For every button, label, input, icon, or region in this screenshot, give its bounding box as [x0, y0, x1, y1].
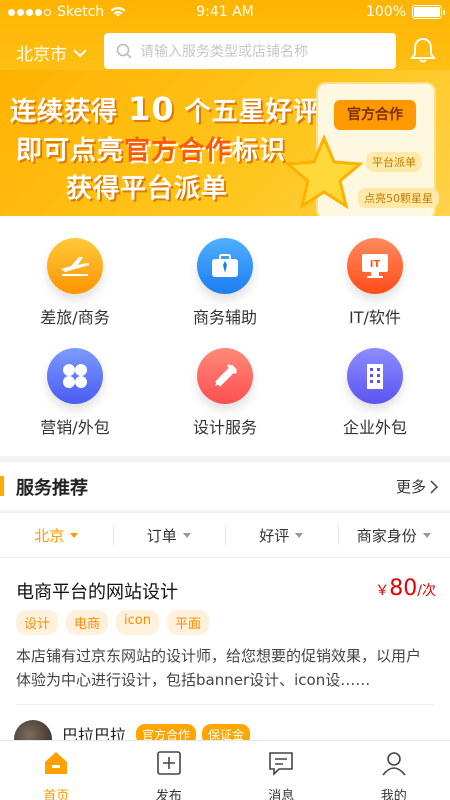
more-link[interactable]: 更多 — [396, 476, 438, 497]
caret-down-icon — [422, 532, 431, 538]
tab-label: 首页 — [43, 789, 70, 800]
filter-merchant-type[interactable]: 商家身份 — [337, 513, 450, 557]
more-label: 更多 — [395, 478, 426, 496]
tab-label: 消息 — [268, 789, 295, 800]
city-label: 北京市 — [16, 45, 67, 65]
filter-label: 北京 — [34, 526, 65, 545]
official-badge: 官方合作 — [334, 100, 416, 130]
divider — [16, 704, 434, 705]
listing-tag: 平面 — [166, 610, 209, 635]
tab-bar: 首页 发布 消息 我的 — [0, 740, 450, 800]
home-icon — [45, 752, 68, 774]
caret-down-icon — [295, 532, 304, 538]
caret-down-icon — [70, 532, 79, 538]
category-label: 营销/外包 — [40, 418, 110, 437]
recommend-section-header: 服务推荐 更多 — [0, 462, 450, 510]
listing-tag: icon — [116, 610, 159, 635]
tab-publish[interactable]: 发布 — [113, 741, 226, 800]
promo-banner[interactable]: 连续获得 10 个五星好评 即可点亮官方合作标识 获得平台派单 官方合作 平台派… — [0, 70, 450, 216]
tab-label: 发布 — [155, 789, 182, 800]
tab-label: 我的 — [380, 789, 407, 800]
filter-bar: 北京 订单 好评 商家身份 — [0, 512, 450, 558]
clover-icon — [47, 348, 103, 404]
chevron-down-icon — [73, 48, 87, 57]
profile-icon — [382, 752, 406, 776]
filter-label: 商家身份 — [356, 526, 417, 545]
status-bar: Sketch 9:41 AM 100% — [0, 0, 450, 26]
monitor-icon: IT — [347, 238, 403, 294]
chevron-right-icon — [430, 479, 438, 494]
stars-tag: 点亮50颗星星 — [358, 188, 439, 208]
tab-home[interactable]: 首页 — [0, 741, 113, 800]
filter-rating[interactable]: 好评 — [225, 513, 338, 557]
listing-price: ￥80/次 — [375, 576, 436, 601]
building-icon — [347, 348, 403, 404]
filter-orders[interactable]: 订单 — [112, 513, 226, 557]
category-enterprise[interactable]: 企业外包 — [300, 348, 450, 438]
listing-tag: 电商 — [66, 610, 109, 635]
pencil-ruler-icon — [197, 348, 253, 404]
filter-label: 好评 — [259, 526, 290, 545]
category-label: 设计服务 — [192, 418, 257, 437]
category-label: 企业外包 — [342, 418, 407, 437]
category-it[interactable]: IT IT/软件 — [300, 238, 450, 328]
city-selector[interactable]: 北京市 — [16, 40, 87, 65]
search-icon — [116, 43, 132, 59]
category-label: 差旅/商务 — [40, 308, 110, 327]
tab-profile[interactable]: 我的 — [338, 741, 450, 800]
listing-tag: 设计 — [16, 610, 59, 635]
battery-icon — [412, 5, 445, 19]
star-icon — [284, 134, 364, 210]
filter-city[interactable]: 北京 — [0, 513, 113, 557]
listing-title: 电商平台的网站设计 — [16, 582, 178, 603]
category-business[interactable]: 商务辅助 — [150, 238, 300, 328]
publish-icon — [156, 751, 181, 775]
category-label: 商务辅助 — [192, 308, 257, 327]
section-accent-bar — [0, 476, 4, 496]
airplane-icon — [47, 238, 103, 294]
category-design[interactable]: 设计服务 — [150, 348, 300, 438]
briefcase-icon — [197, 238, 253, 294]
bell-icon[interactable] — [410, 36, 436, 64]
banner-line-2: 即可点亮官方合作标识 — [16, 136, 287, 166]
category-travel[interactable]: 差旅/商务 — [0, 238, 150, 328]
message-icon — [269, 752, 294, 776]
section-title: 服务推荐 — [16, 478, 88, 499]
dispatch-tag: 平台派单 — [366, 152, 422, 172]
banner-line-1: 连续获得 10 个五星好评 — [10, 90, 320, 128]
caret-down-icon — [182, 532, 191, 538]
battery-percent: 100% — [365, 4, 406, 20]
banner-highlight: 官方合作 — [124, 136, 233, 166]
svg-text:IT: IT — [370, 259, 381, 270]
search-placeholder: 请输入服务类型或店铺名称 — [140, 44, 308, 60]
search-input[interactable]: 请输入服务类型或店铺名称 — [104, 33, 396, 69]
category-grid: 差旅/商务 商务辅助 IT IT/软件 营销/外包 设计服务 企业外包 — [0, 216, 450, 456]
listing-description: 本店铺有过京东网站的设计师，给您想要的促销效果，以用户体验为中心进行设计，包括b… — [16, 647, 422, 689]
banner-number: 10 — [128, 90, 175, 128]
category-marketing[interactable]: 营销/外包 — [0, 348, 150, 438]
banner-line-3: 获得平台派单 — [66, 174, 229, 204]
filter-label: 订单 — [146, 526, 177, 545]
service-listing[interactable]: 电商平台的网站设计 ￥80/次 设计 电商 icon 平面 本店铺有过京东网站的… — [0, 558, 450, 758]
category-label: IT/软件 — [349, 308, 401, 327]
tab-messages[interactable]: 消息 — [225, 741, 338, 800]
listing-tags: 设计 电商 icon 平面 — [16, 610, 209, 635]
